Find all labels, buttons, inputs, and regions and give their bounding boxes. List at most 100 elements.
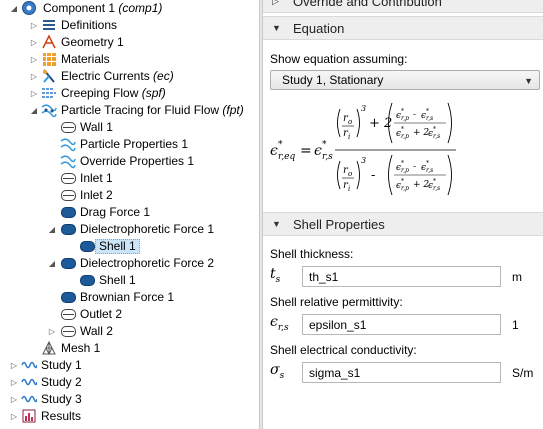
component-icon	[21, 0, 37, 16]
tree-item-label: Materials	[61, 52, 110, 66]
effective-permittivity-equation: ϵ * r,eq = ϵ * r,s ro ri 3 + 2 ϵ *r,p - ϵ…	[270, 102, 456, 196]
study-icon	[21, 374, 37, 390]
svg-text:*: *	[401, 108, 404, 115]
tree-item-tag: (fpt)	[222, 103, 244, 117]
svg-text:*: *	[401, 178, 404, 185]
shell-conductivity-input[interactable]: sigma_s1	[302, 362, 501, 383]
tree-item-tag: (comp1)	[118, 1, 163, 15]
inlet-icon	[60, 170, 76, 186]
shell-permittivity-symbol: ϵr,s	[270, 314, 289, 333]
section-header-equation[interactable]: ▼ Equation	[263, 16, 543, 40]
svg-text:-: -	[371, 168, 375, 183]
input-value: epsilon_s1	[309, 317, 367, 332]
tree-item-label: Study 2	[41, 375, 82, 389]
shell-icon	[79, 238, 95, 254]
svg-text:*: *	[426, 108, 429, 115]
section-title: Equation	[293, 20, 345, 36]
svg-text:*: *	[278, 140, 283, 150]
collapse-arrow-icon[interactable]: ◢	[47, 255, 57, 272]
unit-label: m	[512, 270, 522, 284]
collapse-arrow-icon[interactable]: ▼	[272, 23, 281, 33]
svg-text:=: =	[300, 143, 312, 159]
tree-item-label: Component 1	[43, 1, 116, 15]
tree-item-label: Wall 1	[80, 120, 113, 134]
shell-permittivity-label: Shell relative permittivity:	[270, 295, 403, 309]
svg-text:ϵ: ϵ	[270, 143, 278, 159]
svg-text:*: *	[426, 160, 429, 167]
svg-text:3: 3	[361, 104, 366, 113]
tree-item-tag: (spf)	[141, 86, 166, 100]
svg-text:*: *	[433, 126, 436, 133]
materials-icon	[41, 51, 57, 67]
symbol-subscript: s	[279, 370, 285, 381]
symbol-subscript: r,s	[277, 322, 289, 333]
svg-text:*: *	[322, 140, 327, 150]
svg-text:ϵ: ϵ	[314, 143, 322, 159]
svg-text:o: o	[348, 170, 352, 178]
creeping-flow-icon	[41, 85, 57, 101]
expand-arrow-icon[interactable]: ▷	[9, 391, 19, 408]
input-value: th_s1	[309, 269, 339, 284]
svg-text:o: o	[348, 118, 352, 126]
collapse-arrow-icon[interactable]: ◢	[9, 0, 19, 17]
svg-text:i: i	[348, 185, 350, 193]
tree-item-label: Geometry 1	[61, 35, 124, 49]
svg-text:r,s: r,s	[426, 167, 433, 174]
tree-item-label: Outlet 2	[80, 307, 123, 321]
tree-item-label: Brownian Force 1	[80, 290, 175, 304]
study-icon	[21, 391, 37, 407]
results-icon	[21, 408, 37, 424]
model-builder-tree: ◢ Component 1 (comp1) ▷ Definitions ▷ Ge…	[0, 0, 259, 429]
expand-arrow-icon[interactable]: ▷	[47, 323, 57, 340]
unit-label: 1	[512, 318, 519, 332]
expand-arrow-icon[interactable]: ▷	[9, 408, 19, 425]
collapse-arrow-icon[interactable]: ◢	[47, 221, 57, 238]
svg-text:-: -	[413, 110, 416, 120]
tree-item-label: Dielectrophoretic Force 2	[80, 256, 215, 270]
expand-arrow-icon[interactable]: ▷	[29, 34, 39, 51]
expand-arrow-icon[interactable]: ▷	[29, 51, 39, 68]
expand-arrow-icon[interactable]: ▷	[9, 374, 19, 391]
particle-properties-icon	[60, 136, 76, 152]
tree-item-label: Drag Force 1	[80, 205, 151, 219]
tree-item-tag: (ec)	[153, 69, 174, 83]
expand-arrow-icon[interactable]: ▷	[29, 17, 39, 34]
tree-item-label: Inlet 1	[80, 171, 113, 185]
shell-thickness-label: Shell thickness:	[270, 247, 354, 261]
tree-item-label: Electric Currents	[61, 69, 150, 83]
tree-item-label: Results	[41, 409, 82, 423]
collapse-arrow-icon[interactable]: ▼	[272, 219, 281, 229]
svg-text:+ 2: + 2	[413, 180, 429, 190]
svg-text:*: *	[401, 160, 404, 167]
electric-currents-icon	[41, 68, 57, 84]
shell-thickness-input[interactable]: th_s1	[302, 266, 501, 287]
geometry-icon	[41, 34, 57, 50]
shell-permittivity-input[interactable]: epsilon_s1	[302, 314, 501, 335]
section-header-override-contribution[interactable]: ▷ Override and Contribution	[263, 0, 543, 13]
tree-item-label: Particle Properties 1	[80, 137, 189, 151]
svg-text:-: -	[413, 162, 416, 172]
study-select[interactable]: Study 1, Stationary ▼	[270, 70, 540, 90]
study-select-value: Study 1, Stationary	[282, 73, 384, 87]
svg-text:r,s: r,s	[426, 115, 433, 122]
section-title: Override and Contribution	[293, 0, 442, 9]
expand-arrow-icon[interactable]: ▷	[29, 68, 39, 85]
svg-text:r,p: r,p	[401, 115, 409, 122]
chevron-down-icon: ▼	[524, 76, 533, 86]
expand-arrow-icon[interactable]: ▷	[272, 0, 279, 7]
show-equation-label: Show equation assuming:	[270, 52, 408, 66]
input-value: sigma_s1	[309, 365, 361, 380]
tree-item-label: Definitions	[61, 18, 118, 32]
settings-panel: ▷ Override and Contribution ▼ Equation S…	[263, 0, 543, 429]
wall-icon	[60, 119, 76, 135]
tree-item-label: Creeping Flow	[61, 86, 139, 100]
collapse-arrow-icon[interactable]: ◢	[29, 102, 39, 119]
expand-arrow-icon[interactable]: ▷	[29, 85, 39, 102]
expand-arrow-icon[interactable]: ▷	[9, 357, 19, 374]
mesh-icon	[41, 340, 57, 356]
tree-item-label: Shell 1	[99, 273, 136, 287]
section-header-shell-properties[interactable]: ▼ Shell Properties	[263, 212, 543, 236]
section-title: Shell Properties	[293, 216, 385, 232]
svg-text:r,p: r,p	[401, 185, 409, 192]
definitions-icon	[41, 17, 57, 33]
